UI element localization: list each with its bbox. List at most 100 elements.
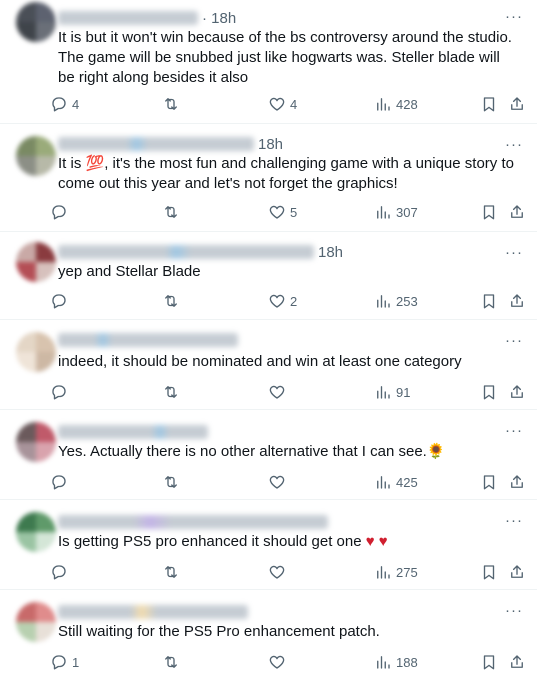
avatar-cell (16, 262, 36, 282)
blurred-username[interactable] (58, 333, 238, 347)
more-icon[interactable]: ··· (505, 8, 523, 25)
reply-button[interactable] (50, 471, 68, 493)
repost-button[interactable] (162, 471, 180, 493)
reply-card[interactable]: ··· Yes. Actually there is no other alte… (0, 410, 537, 500)
bookmark-button[interactable] (480, 381, 498, 403)
share-icon (511, 565, 523, 578)
reply-header (58, 330, 242, 350)
views-button[interactable]: 428 (374, 93, 418, 115)
avatar-cell (36, 262, 56, 282)
more-icon[interactable]: ··· (505, 602, 523, 619)
reply-card[interactable]: ··· Is getting PS5 pro enhanced it shoul… (0, 500, 537, 590)
reply-card[interactable]: 18h ··· yep and Stellar Blade 2 253 (0, 232, 537, 320)
reply-icon (52, 294, 66, 309)
share-button[interactable] (508, 290, 526, 312)
avatar[interactable] (16, 136, 56, 176)
like-button[interactable] (268, 471, 286, 493)
repost-button[interactable] (162, 561, 180, 583)
blurred-username[interactable] (58, 425, 208, 439)
views-button[interactable]: 188 (374, 651, 418, 673)
share-button[interactable] (508, 201, 526, 223)
reply-card[interactable]: 18h ··· It is 💯, it's the most fun and c… (0, 124, 537, 232)
share-icon (511, 205, 523, 218)
reply-header: 18h (58, 242, 343, 262)
avatar-cell (36, 622, 56, 642)
reply-card[interactable]: · 18h ··· It is but it won't win because… (0, 0, 537, 124)
reply-card[interactable]: ··· indeed, it should be nominated and w… (0, 320, 537, 410)
bookmark-button[interactable] (480, 651, 498, 673)
reply-header: 18h (58, 134, 283, 154)
more-icon[interactable]: ··· (505, 512, 523, 529)
share-icon (511, 655, 523, 668)
reply-header (58, 512, 332, 532)
avatar[interactable] (16, 242, 56, 282)
more-icon[interactable]: ··· (505, 136, 523, 153)
reply-card[interactable]: ··· Still waiting for the PS5 Pro enhanc… (0, 590, 537, 681)
share-button[interactable] (508, 651, 526, 673)
heart-icon (269, 385, 285, 399)
avatar[interactable] (16, 602, 56, 642)
bookmark-icon (483, 205, 495, 220)
blurred-username[interactable] (58, 515, 328, 529)
views-button[interactable]: 307 (374, 201, 418, 223)
timestamp[interactable]: 18h (258, 136, 283, 153)
blurred-username[interactable] (58, 11, 198, 25)
more-icon[interactable]: ··· (505, 244, 523, 261)
reply-text: It is 💯, it's the most fun and challengi… (58, 154, 520, 194)
bookmark-button[interactable] (480, 93, 498, 115)
reply-button[interactable] (50, 290, 68, 312)
reply-icon (52, 565, 66, 580)
avatar-cell (36, 422, 56, 442)
avatar-cell (16, 136, 36, 156)
like-count: 2 (290, 293, 298, 309)
bookmark-button[interactable] (480, 471, 498, 493)
views-button[interactable]: 425 (374, 471, 418, 493)
bookmark-button[interactable] (480, 561, 498, 583)
share-button[interactable] (508, 561, 526, 583)
bookmark-button[interactable] (480, 290, 498, 312)
avatar[interactable] (16, 422, 56, 462)
share-button[interactable] (508, 93, 526, 115)
bookmark-icon (483, 655, 495, 670)
repost-button[interactable] (162, 290, 180, 312)
repost-icon (165, 386, 177, 398)
blurred-username[interactable] (58, 137, 254, 151)
avatar[interactable] (16, 332, 56, 372)
share-button[interactable] (508, 381, 526, 403)
repost-button[interactable] (162, 201, 180, 223)
like-button[interactable]: 5 (268, 201, 297, 223)
reply-button[interactable]: 4 (50, 93, 79, 115)
avatar-cell (36, 242, 56, 262)
like-button[interactable] (268, 651, 286, 673)
avatar[interactable] (16, 512, 56, 552)
repost-button[interactable] (162, 381, 180, 403)
reply-text-body: Is getting PS5 pro enhanced it should ge… (58, 533, 362, 550)
bookmark-button[interactable] (480, 201, 498, 223)
more-icon[interactable]: ··· (505, 422, 523, 439)
timestamp[interactable]: 18h (318, 244, 343, 261)
reply-icon (52, 205, 66, 220)
repost-button[interactable] (162, 651, 180, 673)
reply-button[interactable] (50, 201, 68, 223)
repost-icon (165, 476, 177, 488)
view-count: 91 (396, 384, 411, 400)
views-button[interactable]: 91 (374, 381, 410, 403)
blurred-username[interactable] (58, 605, 248, 619)
like-button[interactable] (268, 561, 286, 583)
repost-button[interactable] (162, 93, 180, 115)
views-button[interactable]: 253 (374, 290, 418, 312)
share-button[interactable] (508, 471, 526, 493)
avatar[interactable] (16, 2, 56, 42)
like-button[interactable] (268, 381, 286, 403)
blurred-username[interactable] (58, 245, 314, 259)
like-button[interactable]: 4 (268, 93, 297, 115)
reply-button[interactable] (50, 381, 68, 403)
reply-button[interactable] (50, 561, 68, 583)
view-count: 428 (396, 96, 418, 112)
more-icon[interactable]: ··· (505, 332, 523, 349)
reply-button[interactable]: 1 (50, 651, 79, 673)
like-button[interactable]: 2 (268, 290, 297, 312)
views-button[interactable]: 275 (374, 561, 418, 583)
timestamp[interactable]: · 18h (202, 10, 236, 27)
bookmark-icon (483, 565, 495, 580)
